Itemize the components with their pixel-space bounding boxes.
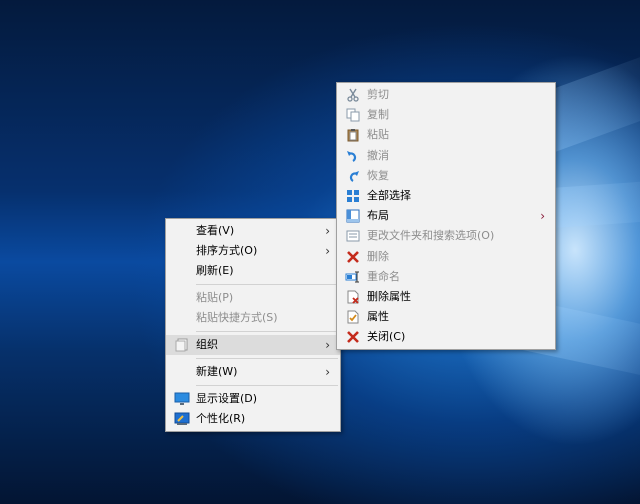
scissors-icon — [345, 87, 361, 103]
menu-item-label: 更改文件夹和搜索选项(O) — [367, 229, 495, 243]
menu-item-paste[interactable]: 粘贴(P) — [166, 288, 340, 308]
menu-item-new[interactable]: 新建(W) › — [166, 362, 340, 382]
menu-item-display-settings[interactable]: 显示设置(D) — [166, 389, 340, 409]
menu-item-organize[interactable]: 组织 › — [166, 335, 340, 355]
chevron-right-icon: › — [325, 365, 330, 379]
menu-item-paste[interactable]: 粘贴 — [337, 125, 555, 145]
menu-item-close[interactable]: 关闭(C) — [337, 327, 555, 347]
menu-item-rename[interactable]: 重命名 — [337, 267, 555, 287]
menu-item-label: 撤消 — [367, 148, 389, 162]
menu-item-label: 组织 — [196, 338, 218, 351]
menu-item-label: 刷新(E) — [196, 264, 234, 277]
rename-icon — [345, 269, 361, 285]
menu-item-properties[interactable]: 属性 — [337, 307, 555, 327]
menu-item-label: 粘贴快捷方式(S) — [196, 311, 278, 324]
menu-separator — [196, 385, 338, 386]
menu-separator — [196, 358, 338, 359]
menu-item-layout[interactable]: 布局 › — [337, 206, 555, 226]
paste-icon — [345, 127, 361, 143]
menu-item-label: 新建(W) — [196, 365, 238, 378]
menu-item-label: 关闭(C) — [367, 330, 406, 344]
undo-icon — [345, 148, 361, 164]
menu-item-select-all[interactable]: 全部选择 — [337, 186, 555, 206]
menu-separator — [196, 284, 338, 285]
select-all-icon — [345, 188, 361, 204]
menu-item-personalize[interactable]: 个性化(R) — [166, 409, 340, 429]
menu-item-cut[interactable]: 剪切 — [337, 85, 555, 105]
organize-icon — [174, 337, 190, 353]
menu-item-copy[interactable]: 复制 — [337, 105, 555, 125]
menu-item-label: 全部选择 — [367, 188, 411, 202]
menu-item-label: 重命名 — [367, 269, 400, 283]
menu-item-delete[interactable]: 删除 — [337, 247, 555, 267]
personalize-icon — [174, 411, 190, 427]
desktop-context-menu: 查看(V) › 排序方式(O) › 刷新(E) 粘贴(P) 粘贴快捷方式(S) … — [165, 218, 341, 432]
display-settings-icon — [174, 391, 190, 407]
menu-item-view[interactable]: 查看(V) › — [166, 221, 340, 241]
menu-item-label: 属性 — [367, 310, 389, 324]
menu-item-label: 复制 — [367, 108, 389, 122]
menu-item-label: 恢复 — [367, 168, 389, 182]
menu-item-remove-properties[interactable]: 删除属性 — [337, 287, 555, 307]
organize-submenu: 剪切 复制 粘贴 撤消 恢复 全部选择 布局 › 更改文件夹和搜索选项(O) 删… — [336, 82, 556, 351]
menu-item-label: 删除属性 — [367, 289, 411, 303]
menu-item-undo[interactable]: 撤消 — [337, 146, 555, 166]
menu-item-redo[interactable]: 恢复 — [337, 166, 555, 186]
menu-item-sort-by[interactable]: 排序方式(O) › — [166, 241, 340, 261]
menu-item-label: 删除 — [367, 249, 389, 263]
layout-icon — [345, 208, 361, 224]
close-icon — [345, 329, 361, 345]
chevron-right-icon: › — [325, 338, 330, 352]
folder-options-icon — [345, 228, 361, 244]
menu-item-refresh[interactable]: 刷新(E) — [166, 261, 340, 281]
delete-icon — [345, 249, 361, 265]
menu-item-label: 排序方式(O) — [196, 244, 258, 257]
menu-item-label: 显示设置(D) — [196, 392, 258, 405]
menu-item-label: 粘贴 — [367, 128, 389, 142]
menu-item-label: 布局 — [367, 209, 389, 223]
copy-icon — [345, 107, 361, 123]
chevron-right-icon: › — [540, 209, 545, 224]
menu-item-label: 粘贴(P) — [196, 291, 234, 304]
properties-icon — [345, 309, 361, 325]
menu-item-label: 查看(V) — [196, 224, 235, 237]
redo-icon — [345, 168, 361, 184]
menu-item-label: 剪切 — [367, 88, 389, 101]
chevron-right-icon: › — [325, 244, 330, 258]
menu-item-label: 个性化(R) — [196, 412, 246, 425]
remove-properties-icon — [345, 289, 361, 305]
chevron-right-icon: › — [325, 224, 330, 238]
menu-item-folder-options[interactable]: 更改文件夹和搜索选项(O) — [337, 226, 555, 246]
menu-separator — [196, 331, 338, 332]
menu-item-paste-shortcut[interactable]: 粘贴快捷方式(S) — [166, 308, 340, 328]
